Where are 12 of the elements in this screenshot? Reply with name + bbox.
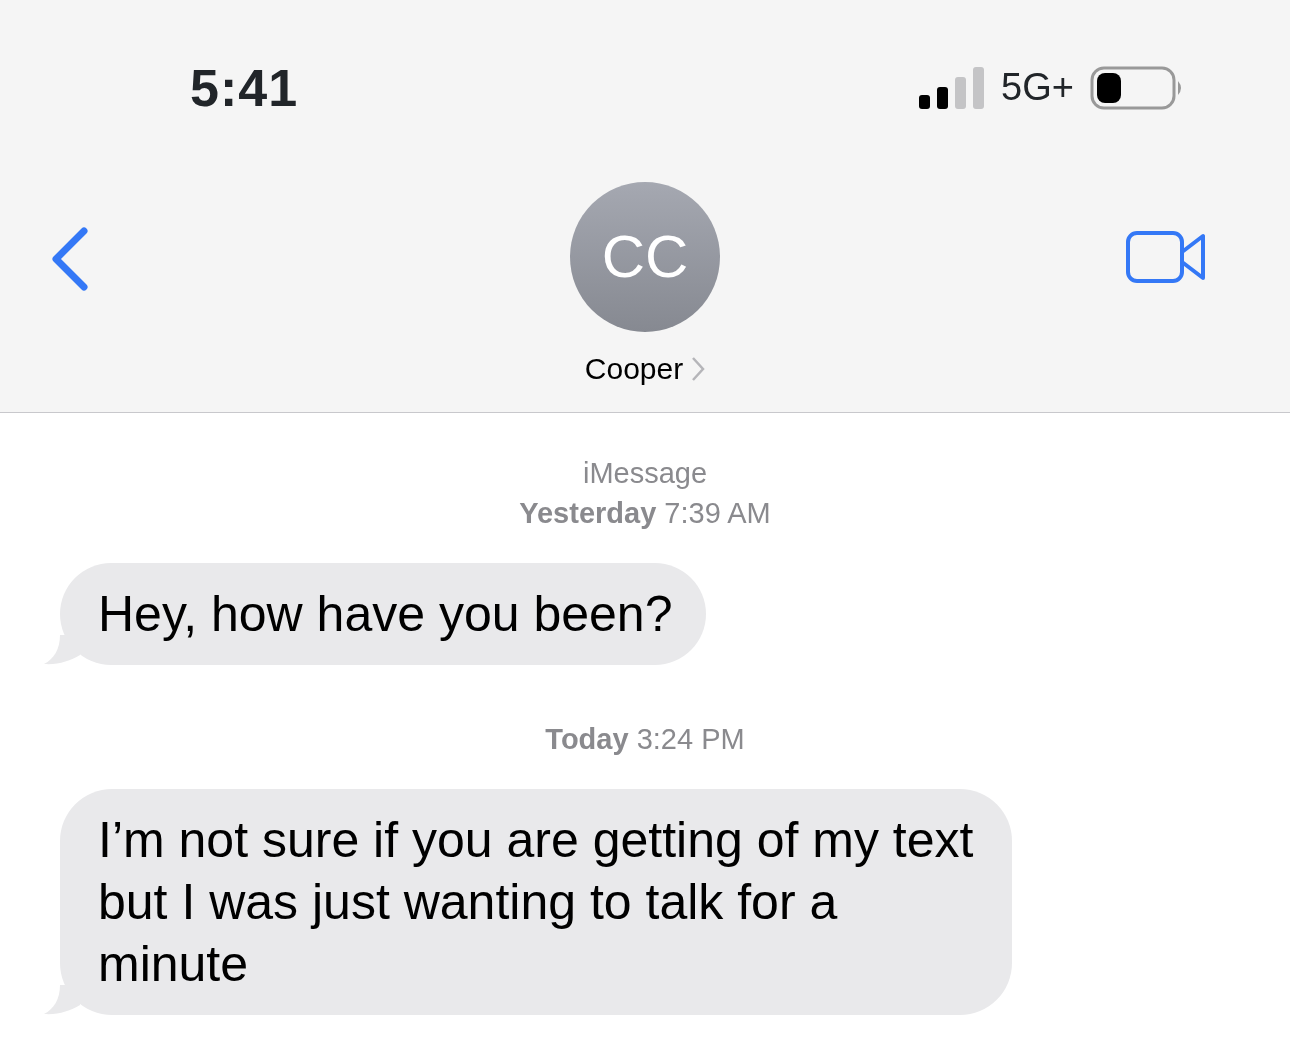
message-bubble: Hey, how have you been? <box>60 563 707 665</box>
timestamp: Today 3:24 PM <box>544 722 746 757</box>
network-label: 5G+ <box>1001 65 1074 110</box>
signal-icon <box>919 66 986 109</box>
contact-name-link[interactable]: Cooper <box>584 346 706 391</box>
timestamp: Yesterday 7:39 AM <box>518 496 772 531</box>
clock-time: 5:41 <box>190 57 299 119</box>
video-camera-icon[interactable] <box>1125 230 1207 284</box>
chevron-icon <box>691 355 706 382</box>
back-chevron-icon[interactable] <box>50 227 90 291</box>
service-label: iMessage <box>581 456 709 491</box>
message-bubble: I’m not sure if you are getting of my text but I was just wanting to talk for a minute <box>60 789 1012 1015</box>
